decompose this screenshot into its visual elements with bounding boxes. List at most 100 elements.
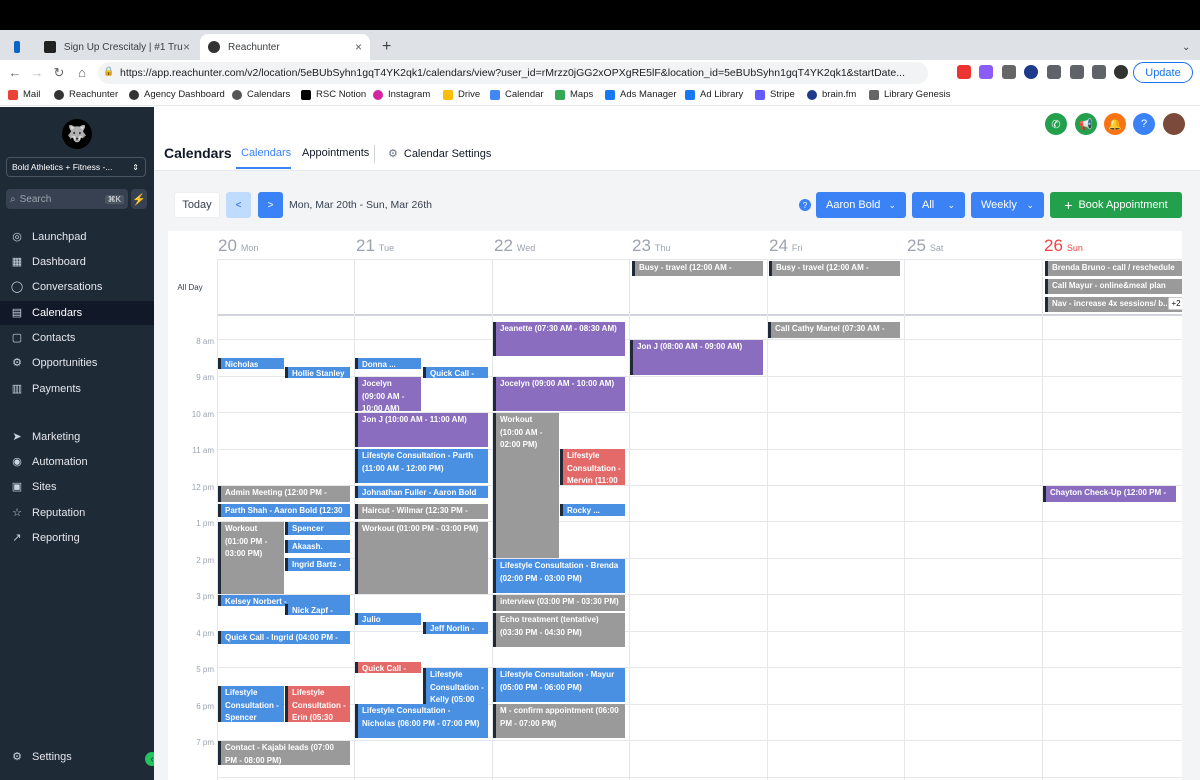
event-block[interactable]: Busy - travel (12:00 AM - 12:00...	[769, 261, 900, 276]
event-block[interactable]: Nick Zapf -	[285, 604, 350, 615]
prev-week-button[interactable]: <	[226, 192, 251, 218]
help-icon[interactable]: ?	[799, 199, 811, 211]
event-block[interactable]: Call Cathy Martel (07:30 AM -	[768, 322, 900, 338]
bookmark-reachunter[interactable]: Reachunter	[54, 89, 118, 100]
megaphone-icon[interactable]: 📢	[1075, 113, 1097, 135]
bookmark-brainfm[interactable]: brain.fm	[807, 89, 856, 100]
next-week-button[interactable]: >	[258, 192, 283, 218]
event-block[interactable]: Parth Shah - Aaron Bold (12:30	[218, 504, 350, 517]
sidebar-item-reporting[interactable]: ↗ Reporting	[0, 526, 154, 550]
event-block[interactable]: Lifestyle Consultation - Nicholas (06:00…	[355, 704, 488, 738]
event-block[interactable]: Spencer Brown	[285, 522, 350, 535]
event-block[interactable]: Jon J (08:00 AM - 09:00 AM)	[630, 340, 763, 375]
sidebar-item-payments[interactable]: ▥ Payments	[0, 377, 154, 401]
tab-search-icon[interactable]: ⌄	[1174, 34, 1194, 60]
view-dropdown[interactable]: Weekly ⌄	[971, 192, 1044, 218]
event-block[interactable]: Lifestyle Consultation - Brenda (02:00 P…	[493, 559, 625, 593]
bookmark-library-genesis[interactable]: Library Genesis	[869, 89, 951, 100]
sidebar-item-opportunities[interactable]: ⚙ Opportunities	[0, 351, 154, 375]
book-appointment-button[interactable]: + Book Appointment	[1050, 192, 1182, 218]
extension-icon[interactable]	[979, 65, 993, 79]
event-block[interactable]: Lifestyle Consultation - Mayur (05:00 PM…	[493, 668, 625, 702]
url-field[interactable]: https://app.reachunter.com/v2/location/5…	[98, 62, 928, 84]
event-block[interactable]: Lifestyle Consultation - Spencer (05:30	[218, 686, 284, 722]
help-icon[interactable]: ?	[1133, 113, 1155, 135]
bookmark-ad-library[interactable]: Ad Library	[685, 89, 743, 100]
reading-list-icon[interactable]	[1070, 65, 1084, 79]
bookmark-drive[interactable]: Drive	[443, 89, 480, 100]
bookmark-calendars[interactable]: Calendars	[232, 89, 290, 100]
event-block[interactable]: Quick Call -	[355, 662, 421, 673]
event-block[interactable]: Workout (01:00 PM - 03:00 PM)	[218, 522, 284, 594]
bell-icon[interactable]: 🔔	[1104, 113, 1126, 135]
sidebar-item-launchpad[interactable]: ◎ Launchpad	[0, 225, 154, 249]
event-block[interactable]: Chayton Check-Up (12:00 PM -	[1043, 486, 1176, 502]
event-block[interactable]: Johnathan Fuller - Aaron Bold	[355, 486, 488, 498]
event-block[interactable]: Contact - Kajabi leads (07:00 PM - 08:00…	[218, 741, 350, 765]
avatar[interactable]	[1163, 113, 1185, 135]
event-block[interactable]: Jocelyn (09:00 AM - 10:00 AM)	[355, 377, 421, 411]
bookmark-maps[interactable]: Maps	[555, 89, 593, 100]
extension-icon[interactable]	[1024, 65, 1038, 79]
event-block[interactable]: interview (03:00 PM - 03:30 PM)	[493, 595, 625, 611]
bookmark-rsc-notion[interactable]: RSC Notion	[301, 89, 366, 100]
profile-icon[interactable]	[1114, 65, 1128, 79]
event-block[interactable]: Nicholas	[218, 358, 284, 369]
event-block[interactable]: Akaash.	[285, 540, 350, 553]
sidebar-item-contacts[interactable]: ▢ Contacts	[0, 326, 154, 350]
event-block[interactable]: Donna ...	[355, 358, 421, 369]
reload-icon[interactable]: ↻	[48, 65, 70, 81]
event-block[interactable]: Jocelyn (09:00 AM - 10:00 AM)	[493, 377, 625, 411]
extension-icon[interactable]	[1002, 65, 1016, 79]
account-switcher[interactable]: Bold Athletics + Fitness -... ⇕	[6, 157, 146, 177]
event-block[interactable]: Workout (01:00 PM - 03:00 PM)	[355, 522, 488, 594]
bookmark-ads-manager[interactable]: Ads Manager	[605, 89, 677, 100]
more-events-badge[interactable]: +2	[1168, 297, 1182, 310]
event-block[interactable]: Jeanette (07:30 AM - 08:30 AM)	[493, 322, 625, 356]
event-block[interactable]: Haircut - Wilmar (12:30 PM -	[355, 504, 488, 519]
close-tab-icon[interactable]: ×	[183, 40, 190, 54]
event-block[interactable]: Lifestyle Consultation - Mervin (11:00	[560, 449, 625, 485]
event-block[interactable]: Lifestyle Consultation - Parth (11:00 AM…	[355, 449, 488, 483]
type-filter-dropdown[interactable]: All ⌄	[912, 192, 965, 218]
quick-action-bolt-icon[interactable]: ⚡	[131, 189, 147, 209]
search-input[interactable]: ⌕ Search ⌘K	[6, 189, 128, 209]
event-block[interactable]: Brenda Bruno - call / reschedule ...	[1045, 261, 1182, 276]
close-tab-icon[interactable]: ×	[355, 40, 362, 54]
home-icon[interactable]: ⌂	[71, 65, 93, 80]
sidebar-item-dashboard[interactable]: ▦ Dashboard	[0, 250, 154, 274]
bookmark-stripe[interactable]: Stripe	[755, 89, 795, 100]
forward-icon[interactable]: →	[26, 65, 48, 80]
bookmark-agency-dashboard[interactable]: Agency Dashboard	[129, 89, 225, 100]
phone-icon[interactable]: ✆	[1045, 113, 1067, 135]
event-block[interactable]: Quick Call -	[423, 367, 488, 378]
user-filter-dropdown[interactable]: Aaron Bold ⌄	[816, 192, 906, 218]
event-block[interactable]: Quick Call - Ingrid (04:00 PM -	[218, 631, 350, 644]
puzzle-icon[interactable]	[1047, 65, 1061, 79]
tab-reachunter[interactable]: Reachunter ×	[200, 34, 370, 60]
bookmark-calendar[interactable]: Calendar	[490, 89, 544, 100]
sidebar-item-conversations[interactable]: ◯ Conversations	[0, 275, 154, 299]
extension-icon[interactable]	[957, 65, 971, 79]
event-block[interactable]: Lifestyle Consultation - Kelly (05:00 PM	[423, 668, 488, 704]
event-block[interactable]: Jeff Norlin -	[423, 622, 488, 634]
sidebar-item-automation[interactable]: ◉ Automation	[0, 450, 154, 474]
sidepanel-icon[interactable]	[1092, 65, 1106, 79]
event-block[interactable]: Hollie Stanley -	[285, 367, 350, 378]
sidebar-item-settings[interactable]: ⚙ Settings	[0, 745, 154, 769]
event-block[interactable]: Call Mayur - online&meal plan (1...	[1045, 279, 1182, 294]
event-block[interactable]: Rocky ...	[560, 504, 625, 516]
tab-calendars[interactable]: Calendars	[241, 147, 291, 159]
today-button[interactable]: Today	[174, 192, 220, 218]
sidebar-item-calendars[interactable]: ▤ Calendars	[0, 301, 154, 325]
tab-calendar-settings[interactable]: ⚙ Calendar Settings	[388, 147, 491, 161]
back-icon[interactable]: ←	[4, 65, 26, 80]
event-block[interactable]: Echo treatment (tentative) (03:30 PM - 0…	[493, 613, 625, 647]
event-block[interactable]: Lifestyle Consultation - Erin (05:30 PM	[285, 686, 350, 722]
tab-crescitaly[interactable]: Sign Up Crescitaly | #1 Trusted×	[36, 34, 198, 60]
event-block[interactable]: Nav - increase 4x sessions/ b...	[1045, 297, 1182, 312]
bookmark-mail[interactable]: Mail	[8, 89, 40, 100]
event-block[interactable]: Admin Meeting (12:00 PM -	[218, 486, 350, 502]
event-block[interactable]: M - confirm appointment (06:00 PM - 07:0…	[493, 704, 625, 738]
sidebar-item-reputation[interactable]: ☆ Reputation	[0, 501, 154, 525]
